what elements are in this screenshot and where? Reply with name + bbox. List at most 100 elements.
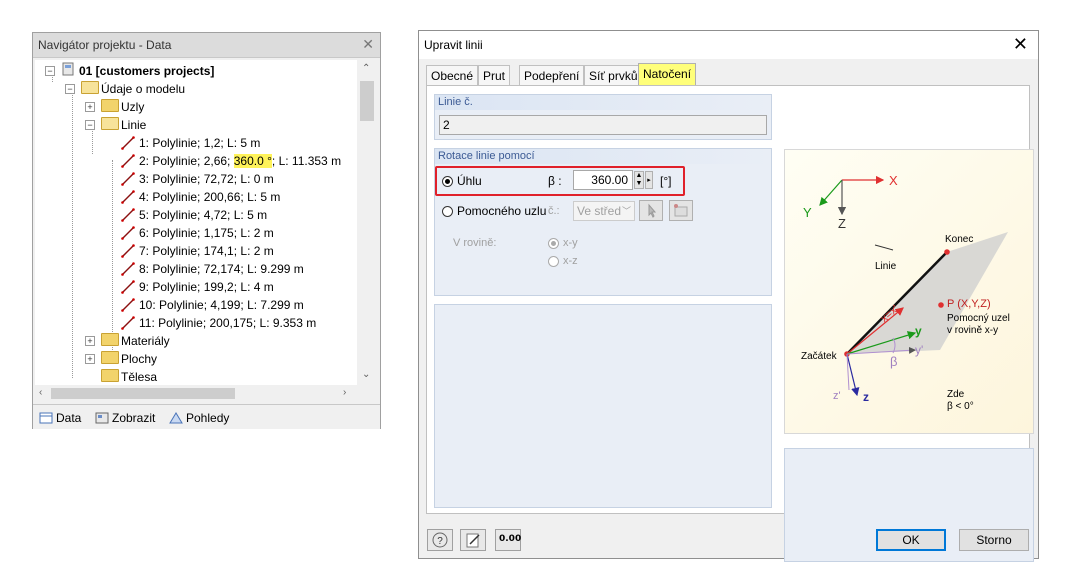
axis-z-label: Z (838, 216, 846, 231)
local-z-label: z (863, 390, 869, 404)
line-icon (121, 154, 135, 168)
display-icon (95, 412, 109, 424)
edit-icon (466, 533, 480, 548)
help-button[interactable]: ? (427, 529, 453, 551)
data-icon (39, 412, 53, 424)
edit-button[interactable] (460, 529, 486, 551)
scroll-left-icon[interactable]: ‹ (39, 387, 42, 398)
help-icon: ? (432, 532, 448, 548)
line-icon (121, 190, 135, 204)
line-icon (121, 316, 135, 330)
helper-node-select[interactable]: Ve střed ﹀ (573, 201, 635, 221)
in-plane-xy-label: v rovině x-y (947, 325, 999, 336)
tree-line-item[interactable]: 4: Polylinie; 200,66; L: 5 m (121, 188, 280, 206)
tree-line-item[interactable]: 5: Polylinie; 4,72; L: 5 m (121, 206, 267, 224)
lines-label: Linie (121, 118, 147, 132)
units-icon: 0.00 (499, 534, 522, 544)
folder-icon (101, 351, 119, 364)
scroll-up-icon[interactable]: ⌃ (362, 63, 370, 74)
navigator-titlebar: Navigátor projektu - Data ✕ (33, 33, 380, 58)
tree-line-item[interactable]: 8: Polylinie; 72,174; L: 9.299 m (121, 260, 304, 278)
tree-line-item[interactable]: 2: Polylinie; 2,66; 360.0 °; L: 11.353 m (121, 152, 341, 170)
chevron-down-icon: ﹀ (621, 206, 631, 216)
local-y2-label: y' (915, 343, 924, 357)
tree-line-item[interactable]: 10: Polylinie; 4,199; L: 7.299 m (121, 296, 304, 314)
tree-line-item[interactable]: 9: Polylinie; 199,2; L: 4 m (121, 278, 274, 296)
new-node-icon (674, 204, 688, 217)
scroll-right-icon[interactable]: › (343, 387, 346, 398)
edit-line-dialog: Upravit linii ✕ Obecné Prut Podepření Sí… (418, 30, 1039, 562)
dialog-close-icon[interactable]: ✕ (1013, 34, 1028, 55)
rotation-highlight: 360.0 ° (233, 154, 272, 168)
materials-label: Materiály (121, 334, 170, 348)
navigator-tabs: Data Zobrazit Pohledy (33, 404, 380, 429)
horizontal-scroll-thumb[interactable] (51, 388, 235, 399)
plane-xz-radio[interactable] (548, 256, 559, 267)
tab-general[interactable]: Obecné (426, 65, 479, 85)
units-button[interactable]: 0.00 (495, 529, 521, 551)
new-node-button[interactable] (669, 200, 693, 221)
beta-angle-label: β (890, 354, 898, 369)
line-label: Linie (875, 261, 897, 272)
line-icon (121, 226, 135, 240)
line-icon (121, 298, 135, 312)
nodes-label: Uzly (121, 100, 145, 114)
tab-mesh[interactable]: Síť prvků (584, 65, 643, 85)
line-number-field[interactable]: 2 (439, 115, 767, 135)
navigator-tree: − 01 [customers projects] − Údaje o mode… (35, 60, 357, 385)
ok-button[interactable]: OK (876, 529, 946, 551)
tab-content: Linie č. 2 Rotace linie pomocí Úhlu β : … (426, 85, 1034, 562)
navigator-title: Navigátor projektu - Data (38, 38, 172, 52)
line-icon (121, 280, 135, 294)
helper-node-radio[interactable] (442, 206, 453, 217)
beta-unit: [°] (660, 174, 672, 188)
tree-line-item[interactable]: 11: Polylinie; 200,175; L: 9.353 m (121, 314, 316, 332)
cancel-button[interactable]: Storno (959, 529, 1029, 551)
scroll-down-icon[interactable]: ⌄ (362, 369, 370, 380)
project-icon (61, 62, 75, 81)
tab-views[interactable]: Pohledy (169, 409, 229, 427)
node-no-label: č.: (548, 205, 560, 217)
in-plane-label: V rovině: (453, 237, 497, 249)
line-icon (121, 262, 135, 276)
tree-line-item[interactable]: 7: Polylinie; 174,1; L: 2 m (121, 242, 274, 260)
angle-radio[interactable] (442, 176, 453, 187)
folder-icon (101, 369, 119, 382)
plane-xy-radio[interactable] (548, 238, 559, 249)
views-icon (169, 412, 183, 424)
tab-data[interactable]: Data (39, 409, 81, 427)
plane-xz-label: x-z (563, 255, 578, 267)
line-number-label: Linie č. (435, 95, 771, 110)
model-data-label: Údaje o modelu (101, 82, 186, 96)
empty-group (434, 304, 772, 508)
tree-line-item[interactable]: 1: Polylinie; 1,2; L: 5 m (121, 134, 260, 152)
axis-x-label: X (889, 173, 898, 188)
beta-input[interactable]: 360.00 (573, 170, 633, 190)
navigator-close-icon[interactable]: ✕ (362, 36, 374, 53)
line-icon (121, 208, 135, 222)
beta-label: β : (548, 174, 562, 188)
beta-arrow-icon[interactable]: ▸ (645, 171, 653, 189)
tab-rotation[interactable]: Natočení (638, 63, 697, 85)
pick-node-button[interactable] (639, 200, 663, 221)
solids-label: Tělesa (121, 370, 158, 384)
tree-line-item[interactable]: 3: Polylinie; 72,72; L: 0 m (121, 170, 274, 188)
beta-spin-icon[interactable]: ▲ ▼ (634, 171, 644, 189)
here-label: Zde (947, 389, 965, 400)
line-icon (121, 244, 135, 258)
svg-text:?: ? (437, 536, 443, 547)
axis-y-label: Y (803, 205, 812, 220)
tab-supports[interactable]: Podepření (519, 65, 585, 85)
tab-display[interactable]: Zobrazit (95, 409, 155, 427)
line-number-group: Linie č. 2 (434, 94, 772, 140)
dialog-title: Upravit linii (424, 38, 483, 52)
tab-member[interactable]: Prut (478, 65, 511, 85)
rotation-group: Rotace linie pomocí Úhlu β : 360.00 ▲ ▼ ▸… (434, 148, 772, 296)
folder-open-icon (101, 117, 119, 130)
rotation-label: Rotace linie pomocí (435, 149, 771, 164)
vertical-scroll-thumb[interactable] (360, 81, 374, 121)
rotation-diagram: X Y Z Konec Linie Začátek P (X,Y,Z) Pomo… (784, 149, 1034, 434)
tree-line-item[interactable]: 6: Polylinie; 1,175; L: 2 m (121, 224, 274, 242)
surfaces-label: Plochy (121, 352, 158, 366)
helper-node-option-label: Pomocného uzlu (457, 204, 547, 218)
